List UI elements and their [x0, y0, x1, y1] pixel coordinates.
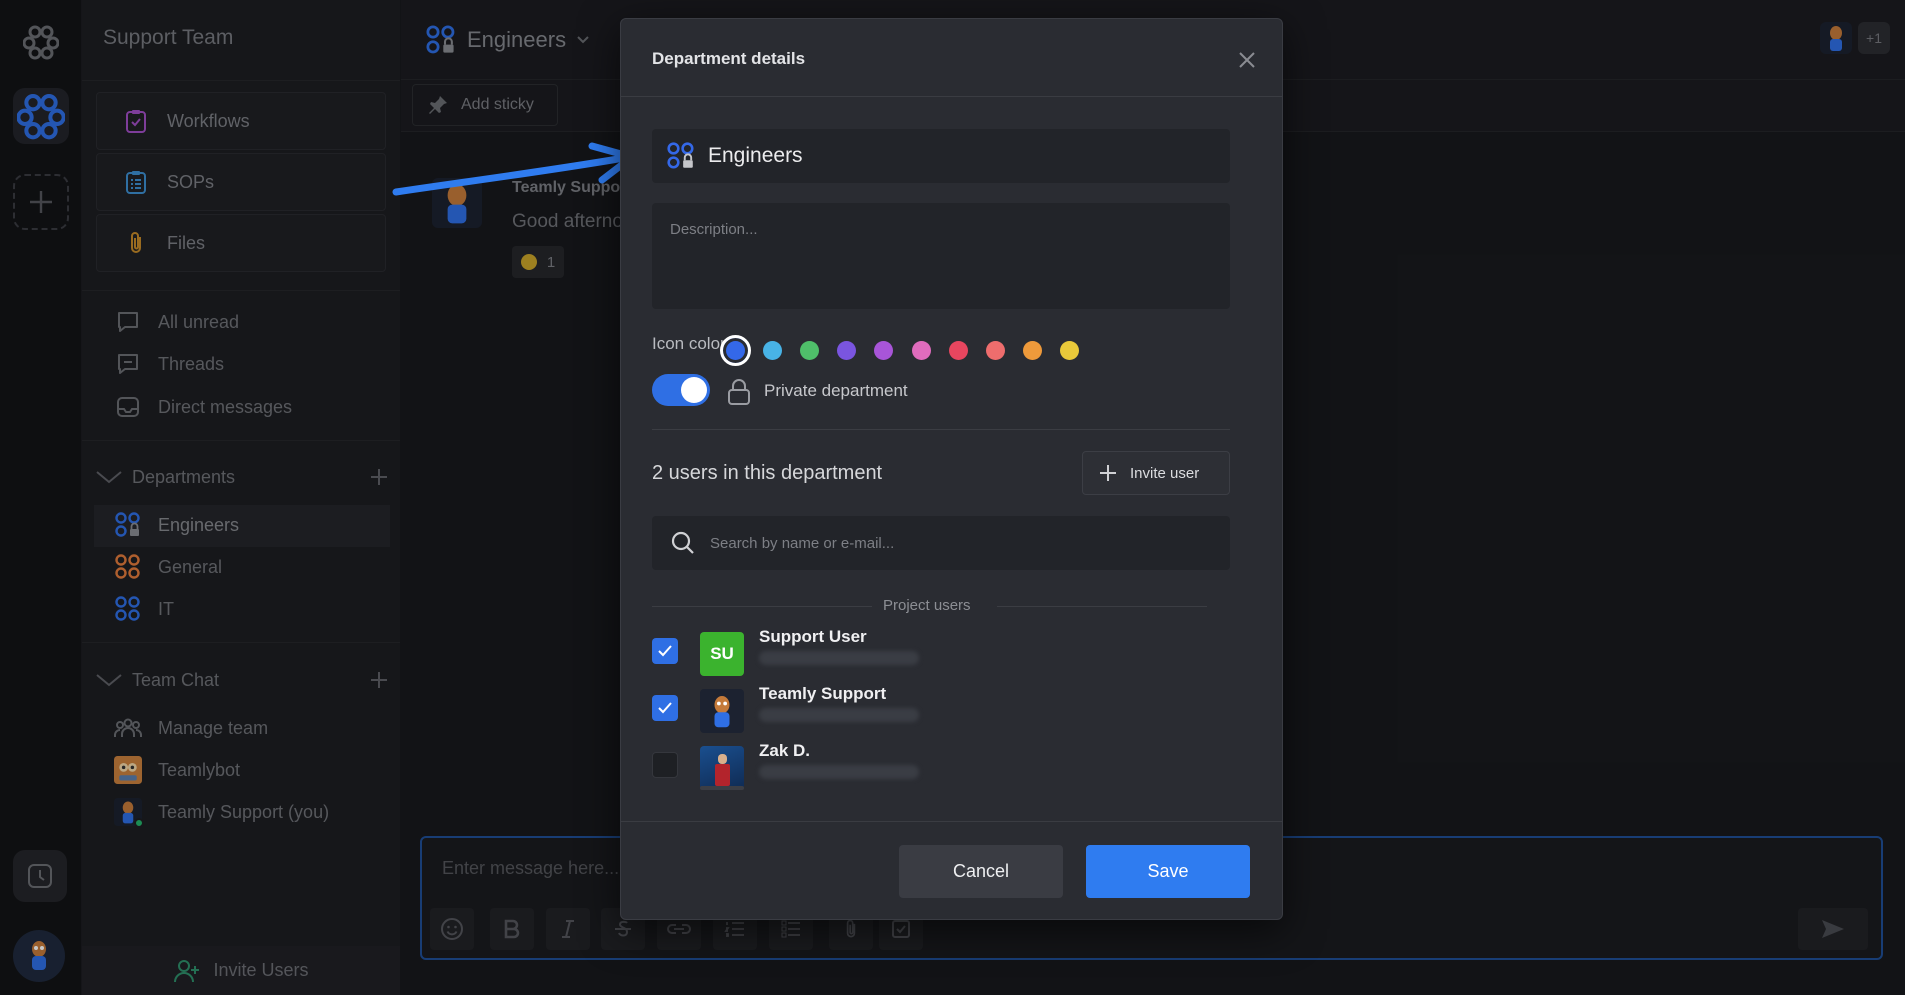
description-input[interactable] — [652, 203, 1230, 309]
lock-icon — [728, 379, 750, 405]
color-swatch[interactable] — [911, 341, 931, 360]
color-swatch[interactable] — [762, 341, 782, 360]
check-icon — [658, 645, 672, 657]
private-department-toggle[interactable] — [652, 374, 710, 406]
modal-title: Department details — [652, 49, 806, 68]
user-search-field[interactable] — [652, 516, 1230, 570]
user-email-redacted — [759, 708, 919, 722]
icon-color-label: Icon color: — [652, 334, 731, 353]
divider — [652, 429, 1230, 430]
cancel-button[interactable]: Cancel — [899, 845, 1063, 898]
user-checkbox[interactable] — [652, 695, 678, 721]
user-name: Zak D. — [759, 741, 811, 760]
user-name: Support User — [759, 627, 867, 646]
save-button[interactable]: Save — [1086, 845, 1250, 898]
department-private-icon — [667, 142, 694, 169]
color-swatch[interactable] — [1060, 341, 1080, 360]
user-email-redacted — [759, 765, 919, 779]
user-row-zak-d[interactable]: Zak D. — [652, 738, 1212, 790]
user-search-input[interactable] — [710, 534, 1210, 552]
department-name-input[interactable] — [708, 144, 1208, 168]
private-department-label: Private department — [764, 381, 908, 400]
department-name-field[interactable] — [652, 129, 1230, 183]
color-swatch[interactable] — [1023, 341, 1043, 360]
user-name: Teamly Support — [759, 684, 887, 703]
check-icon — [658, 702, 672, 714]
more-users-indicator — [700, 786, 744, 790]
plus-icon — [1100, 465, 1116, 481]
color-swatch[interactable] — [874, 341, 894, 360]
color-swatch[interactable] — [985, 341, 1005, 360]
modal-footer-divider — [621, 821, 1282, 822]
search-icon — [671, 531, 694, 554]
avatar — [700, 689, 744, 733]
department-details-modal: Department details Icon color: Private d… — [620, 18, 1283, 920]
user-checkbox[interactable] — [652, 752, 678, 778]
user-row-support-user[interactable]: SU Support User — [652, 624, 1212, 676]
user-email-redacted — [759, 651, 919, 665]
users-count-text: 2 users in this department — [652, 462, 883, 484]
project-users-divider: Project users — [652, 597, 1207, 615]
color-swatch[interactable] — [837, 341, 857, 360]
user-checkbox[interactable] — [652, 638, 678, 664]
description-field[interactable] — [652, 203, 1230, 309]
user-row-teamly-support[interactable]: Teamly Support — [652, 681, 1212, 733]
color-swatch[interactable] — [719, 335, 751, 366]
color-swatch[interactable] — [948, 341, 968, 360]
annotation-arrow-icon — [392, 142, 636, 196]
avatar — [700, 746, 744, 790]
invite-user-button[interactable]: Invite user — [1082, 451, 1230, 495]
avatar: SU — [700, 632, 744, 676]
color-swatch[interactable] — [799, 341, 819, 360]
close-icon[interactable] — [1237, 50, 1257, 70]
